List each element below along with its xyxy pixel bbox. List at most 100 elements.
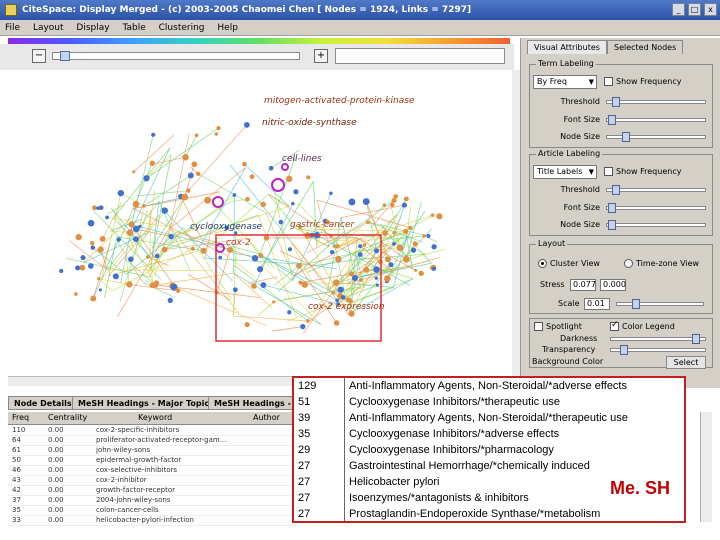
table-row[interactable]: 33 0.00 helicobacter-pylori-infection	[8, 516, 298, 526]
network-node[interactable]	[384, 275, 391, 282]
network-node[interactable]	[187, 172, 194, 179]
network-node[interactable]	[99, 235, 106, 242]
network-node[interactable]	[242, 161, 247, 167]
network-node[interactable]	[357, 252, 363, 257]
hub-node[interactable]	[271, 178, 285, 192]
network-node[interactable]	[232, 287, 238, 293]
network-node[interactable]	[329, 191, 333, 195]
network-node[interactable]	[410, 247, 417, 253]
network-node[interactable]	[87, 219, 95, 227]
network-node[interactable]	[200, 247, 207, 254]
hub-node[interactable]	[281, 163, 289, 171]
network-node[interactable]	[90, 245, 95, 250]
table-row[interactable]: 61 0.00 john-wiley-sons	[8, 446, 298, 456]
network-node[interactable]	[143, 175, 150, 182]
cluster-view-radio[interactable]	[538, 259, 547, 268]
threshold-slider[interactable]	[606, 100, 706, 104]
node-size-slider[interactable]	[606, 135, 706, 139]
network-visualization[interactable]: mitogen-activated-protein-kinase nitric-…	[8, 70, 514, 375]
network-node[interactable]	[214, 132, 218, 136]
network-node[interactable]	[301, 281, 308, 288]
stress-field-2[interactable]: 0.000	[600, 279, 626, 291]
select-button[interactable]: Select	[666, 356, 706, 369]
network-node[interactable]	[374, 276, 378, 280]
network-node[interactable]	[422, 234, 426, 238]
table-row[interactable]: 43 0.00 cox-2-inhibitor	[8, 476, 298, 486]
network-node[interactable]	[403, 196, 409, 202]
network-node[interactable]	[306, 175, 311, 180]
network-node[interactable]	[181, 193, 189, 201]
network-node[interactable]	[98, 288, 102, 292]
network-node[interactable]	[333, 279, 340, 286]
network-node[interactable]	[257, 266, 264, 273]
network-node[interactable]	[168, 233, 174, 240]
close-button[interactable]: x	[704, 3, 717, 16]
network-node[interactable]	[341, 295, 346, 300]
zoom-in-icon[interactable]: +	[314, 49, 328, 63]
network-node[interactable]	[403, 228, 409, 234]
network-node[interactable]	[216, 125, 221, 131]
network-node[interactable]	[190, 246, 195, 251]
transparency-thumb[interactable]	[620, 345, 628, 355]
network-node[interactable]	[366, 220, 370, 225]
network-node[interactable]	[126, 229, 134, 236]
node-label[interactable]: cyclooxygenase	[190, 222, 262, 232]
network-node[interactable]	[373, 266, 380, 273]
column-header[interactable]: Keyword	[138, 413, 172, 422]
network-node[interactable]	[374, 248, 379, 254]
network-node[interactable]	[329, 249, 335, 255]
menu-file[interactable]: File	[0, 20, 25, 36]
network-node[interactable]	[112, 273, 119, 280]
network-node[interactable]	[331, 291, 335, 295]
network-node[interactable]	[272, 300, 276, 304]
threshold-thumb[interactable]	[612, 185, 620, 195]
threshold-thumb[interactable]	[612, 97, 620, 107]
network-node[interactable]	[176, 288, 181, 293]
network-node[interactable]	[362, 198, 370, 206]
network-node[interactable]	[426, 233, 431, 239]
menu-layout[interactable]: Layout	[28, 20, 69, 36]
network-node[interactable]	[396, 244, 404, 252]
network-node[interactable]	[268, 165, 274, 171]
table-scrollbar[interactable]	[700, 412, 712, 522]
network-node[interactable]	[132, 200, 140, 208]
menu-display[interactable]: Display	[71, 20, 114, 36]
scale-field[interactable]: 0.01	[584, 298, 610, 310]
network-node[interactable]	[74, 292, 78, 296]
hub-node[interactable]	[212, 196, 224, 208]
network-node[interactable]	[154, 253, 160, 259]
network-node[interactable]	[362, 243, 367, 247]
table-row[interactable]: 35 0.00 colon-cancer-cells	[8, 506, 298, 516]
network-node[interactable]	[251, 283, 257, 289]
network-node[interactable]	[182, 154, 189, 161]
network-node[interactable]	[218, 255, 223, 260]
network-node[interactable]	[332, 244, 336, 248]
network-node[interactable]	[132, 225, 140, 233]
table-row[interactable]: 50 0.00 epidermal-growth-factor	[8, 456, 298, 466]
column-header[interactable]: Centrality	[48, 413, 87, 422]
zoom-out-icon[interactable]: −	[32, 49, 46, 63]
network-node[interactable]	[337, 286, 344, 293]
network-node[interactable]	[291, 201, 295, 206]
network-node[interactable]	[392, 231, 396, 235]
font-size-thumb[interactable]	[608, 115, 616, 125]
network-node[interactable]	[92, 205, 97, 211]
minimize-button[interactable]: _	[672, 3, 685, 16]
network-node[interactable]	[59, 268, 64, 274]
network-node[interactable]	[431, 244, 437, 250]
network-node[interactable]	[167, 297, 173, 303]
network-node[interactable]	[412, 241, 418, 247]
network-node[interactable]	[392, 241, 396, 246]
stress-field[interactable]: 0.077	[570, 279, 596, 291]
network-node[interactable]	[285, 175, 293, 183]
time-zone-view-radio[interactable]	[624, 259, 633, 268]
menu-table[interactable]: Table	[117, 20, 150, 36]
network-node[interactable]	[358, 278, 363, 282]
show-frequency-checkbox[interactable]	[604, 77, 613, 86]
term-label-combo[interactable]: By Freq ▼	[533, 75, 597, 89]
network-node[interactable]	[358, 244, 363, 249]
threshold-slider[interactable]	[606, 188, 706, 192]
network-node[interactable]	[287, 310, 292, 315]
network-node[interactable]	[296, 262, 302, 269]
network-node[interactable]	[80, 255, 86, 261]
